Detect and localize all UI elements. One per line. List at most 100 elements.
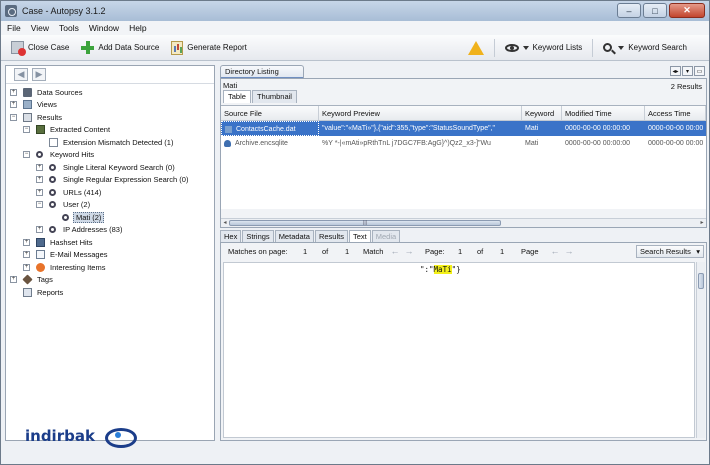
menu-tools[interactable]: Tools	[59, 23, 79, 33]
text-viewer: Matches on page: 1 of 1 Match ← → Page: …	[220, 242, 707, 441]
add-data-source-button[interactable]: Add Data Source	[75, 37, 165, 59]
tree-item[interactable]: Reports	[6, 286, 214, 299]
binary-text-line	[228, 338, 690, 341]
highlighted-keyword: MaTi	[433, 265, 452, 274]
scrollbar-thumb[interactable]: |||	[229, 220, 501, 226]
menu-file[interactable]: File	[7, 23, 21, 33]
tree-item[interactable]: + IP Addresses (83)	[6, 224, 214, 237]
prev-page-button[interactable]: ←	[549, 245, 561, 257]
scroll-right-icon[interactable]: ▸	[698, 219, 706, 227]
forward-button[interactable]: ▶	[32, 68, 46, 81]
tree-item[interactable]: − Keyword Hits	[6, 149, 214, 162]
tab-metadata[interactable]: Metadata	[274, 230, 314, 242]
menu-help[interactable]: Help	[129, 23, 146, 33]
tree-item[interactable]: − Extracted Content	[6, 124, 214, 137]
tree-item[interactable]: + Single Regular Expression Search (0)	[6, 174, 214, 187]
binary-text-line	[228, 415, 690, 418]
tab-strings[interactable]: Strings	[242, 230, 274, 242]
tree-item-label: User (2)	[63, 200, 91, 210]
collapse-icon[interactable]: −	[23, 126, 30, 134]
search-results-dropdown[interactable]: Search Results ▾	[636, 245, 704, 258]
page-label: Page:	[425, 246, 445, 256]
search-icon	[603, 43, 613, 52]
menu-view[interactable]: View	[31, 23, 49, 33]
table-row[interactable]: ContactsCache.dat "value":"«MaTi»"},{"ai…	[221, 121, 706, 136]
results-table: Source File Keyword Preview Keyword Modi…	[221, 105, 706, 209]
expand-icon[interactable]: +	[10, 276, 17, 284]
col-access-time[interactable]: Access Time	[645, 106, 706, 120]
expand-icon[interactable]: +	[36, 226, 43, 234]
tab-hex[interactable]: Hex	[220, 230, 242, 242]
minimize-button[interactable]: –	[617, 3, 641, 18]
expand-icon[interactable]: +	[23, 251, 30, 259]
tree-item[interactable]: + Hashset Hits	[6, 236, 214, 249]
tree-item[interactable]: + E-Mail Messages	[6, 249, 214, 262]
tree-item[interactable]: + URLs (414)	[6, 186, 214, 199]
table-row[interactable]: Archive.encsqlite %Y *-|«mAti»pRthTnL j7…	[221, 136, 706, 151]
tab-thumbnail[interactable]: Thumbnail	[251, 90, 297, 103]
arrow-right-icon: ▶	[35, 69, 43, 79]
binary-text-line	[228, 305, 690, 308]
ingest-warning-button[interactable]	[462, 37, 490, 59]
match-label: Match	[363, 246, 384, 256]
extracted-text-area[interactable]: ":"MaTi"}	[223, 262, 695, 438]
expand-icon[interactable]: +	[23, 263, 30, 271]
collapse-icon[interactable]: −	[10, 113, 17, 121]
expand-icon[interactable]: +	[10, 101, 17, 109]
pane-minimize-button[interactable]: ▭	[694, 66, 705, 76]
tree-item[interactable]: + Single Literal Keyword Search (0)	[6, 161, 214, 174]
prev-match-button[interactable]: ←	[389, 245, 401, 257]
maximize-button[interactable]: □	[643, 3, 667, 18]
expand-icon[interactable]: +	[10, 88, 17, 96]
table-horizontal-scrollbar[interactable]: ◂ ||| ▸	[221, 218, 706, 227]
text-viewer-toolbar: Matches on page: 1 of 1 Match ← → Page: …	[221, 243, 706, 259]
col-keyword-preview[interactable]: Keyword Preview	[319, 106, 522, 120]
arrow-left-icon: ←	[390, 246, 400, 256]
page-current: 1	[458, 246, 463, 256]
pane-controls: ◂▸ ▾ ▭	[670, 66, 705, 76]
cell-access-time: 0000-00-00 00:00	[648, 125, 704, 132]
watermark-logo: indirbak	[25, 427, 137, 448]
tree-item[interactable]: − Results	[6, 111, 214, 124]
keyword-lists-button[interactable]: Keyword Lists	[499, 37, 589, 59]
col-source-file[interactable]: Source File	[221, 106, 319, 120]
generate-report-button[interactable]: Generate Report	[165, 37, 253, 59]
tree-item-label: IP Addresses (83)	[63, 225, 123, 235]
tree-item[interactable]: Extension Mismatch Detected (1)	[6, 136, 214, 149]
scroll-left-icon[interactable]: ◂	[221, 219, 229, 227]
tree-item[interactable]: + Tags	[6, 274, 214, 287]
report-icon	[171, 40, 184, 55]
directory-listing-tab[interactable]: Directory Listing	[220, 65, 304, 80]
tab-text[interactable]: Text	[348, 230, 371, 242]
keyword-search-button[interactable]: Keyword Search	[597, 37, 693, 59]
scroll-tabs-button[interactable]: ◂▸	[670, 66, 681, 76]
tree-item[interactable]: + Data Sources	[6, 86, 214, 99]
tree-item[interactable]: + Views	[6, 99, 214, 112]
text-vertical-scrollbar[interactable]	[696, 262, 705, 438]
back-button[interactable]: ◀	[14, 68, 28, 81]
tree-item-label: Keyword Hits	[50, 150, 95, 160]
tab-list-button[interactable]: ▾	[682, 66, 693, 76]
tree-item[interactable]: Mati (2)	[6, 211, 214, 224]
collapse-icon[interactable]: −	[23, 151, 30, 159]
tree-item[interactable]: + Interesting Items	[6, 261, 214, 274]
close-case-button[interactable]: Close Case	[5, 37, 75, 59]
next-match-button[interactable]: →	[403, 245, 415, 257]
toolbar-divider	[592, 38, 594, 57]
collapse-icon[interactable]: −	[36, 201, 43, 209]
tab-results[interactable]: Results	[314, 230, 348, 242]
menu-window[interactable]: Window	[89, 23, 119, 33]
result-viewer-pane: Directory Listing ◂▸ ▾ ▭ Mati 2 Results …	[220, 65, 707, 441]
expand-icon[interactable]: +	[36, 188, 43, 196]
tree-item[interactable]: − User (2)	[6, 199, 214, 212]
binary-text-line	[228, 437, 690, 438]
col-keyword[interactable]: Keyword	[522, 106, 562, 120]
expand-icon[interactable]: +	[23, 238, 30, 246]
expand-icon[interactable]: +	[36, 176, 43, 184]
tab-table[interactable]: Table	[223, 90, 251, 103]
col-modified-time[interactable]: Modified Time	[562, 106, 645, 120]
expand-icon[interactable]: +	[36, 163, 43, 171]
close-window-button[interactable]: ✕	[669, 3, 705, 18]
next-page-button[interactable]: →	[563, 245, 575, 257]
scrollbar-thumb[interactable]	[698, 273, 704, 289]
